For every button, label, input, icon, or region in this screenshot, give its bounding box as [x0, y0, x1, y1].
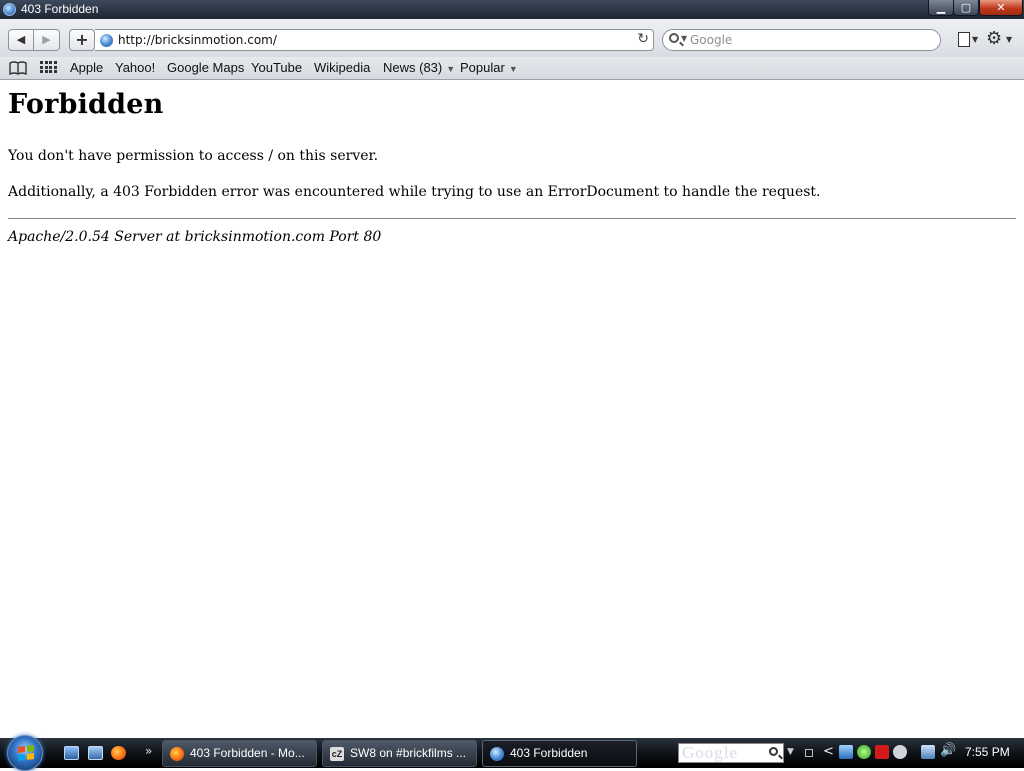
tray-app-icon[interactable]	[857, 745, 871, 759]
taskbar-button-safari[interactable]: 403 Forbidden	[482, 740, 637, 767]
address-bar[interactable]: http://bricksinmotion.com/ ↻	[95, 29, 654, 51]
server-signature: Apache/2.0.54 Server at bricksinmotion.c…	[8, 229, 382, 245]
restore-toolbar-icon[interactable]	[805, 749, 813, 757]
tray-app-icon[interactable]	[875, 745, 889, 759]
taskbar-button-label: 403 Forbidden	[510, 746, 588, 760]
chatzilla-icon: cZ	[330, 747, 344, 761]
error-message: You don't have permission to access / on…	[8, 148, 379, 164]
site-favicon-icon	[100, 34, 113, 47]
minimize-button[interactable]: ▁	[928, 0, 954, 16]
bookmark-popular-label: Popular	[460, 60, 505, 75]
browser-toolbar: ◀ ▶ + http://bricksinmotion.com/ ↻ ▼ Goo…	[0, 19, 1024, 57]
page-title: Forbidden	[8, 89, 164, 120]
page-content: Forbidden You don't have permission to a…	[0, 81, 1024, 738]
bookmarks-bar: Apple Yahoo! Google Maps YouTube Wikiped…	[0, 57, 1024, 80]
chevron-down-icon: ▼	[972, 35, 979, 44]
tray-app-icon[interactable]	[839, 745, 853, 759]
volume-icon[interactable]: 🔊	[940, 743, 956, 758]
safari-icon	[3, 3, 16, 16]
forward-arrow-icon: ▶	[42, 33, 51, 46]
search-field[interactable]: ▼ Google	[662, 29, 941, 51]
chevron-down-icon: ▼	[1006, 35, 1013, 44]
google-logo: Google	[682, 743, 739, 762]
url-text[interactable]: http://bricksinmotion.com/	[118, 33, 277, 47]
show-desktop-icon[interactable]	[64, 746, 79, 760]
page-icon	[958, 32, 970, 47]
close-button[interactable]: ✕	[979, 0, 1023, 16]
top-sites-grid-icon[interactable]	[40, 61, 57, 75]
bookmark-yahoo[interactable]: Yahoo!	[115, 60, 155, 75]
add-bookmark-button[interactable]: +	[69, 29, 95, 51]
chevron-down-icon: ▼	[446, 64, 456, 74]
taskbar: » 403 Forbidden - Mo... cZ SW8 on #brick…	[0, 735, 1024, 771]
window-titlebar[interactable]: 403 Forbidden ▁ ▢ ✕	[0, 0, 1024, 19]
bookmark-popular-menu[interactable]: Popular ▼	[460, 60, 518, 75]
search-icon[interactable]	[669, 33, 679, 43]
tray-expand-icon[interactable]: <	[823, 744, 834, 759]
network-icon[interactable]	[921, 745, 935, 759]
taskbar-button-label: SW8 on #brickfilms ...	[350, 746, 467, 760]
settings-menu-button[interactable]: ⚙ ▼	[986, 28, 1016, 50]
firefox-icon	[170, 747, 184, 761]
taskbar-search-box[interactable]: Google	[678, 743, 784, 763]
tray-app-icon[interactable]	[893, 745, 907, 759]
taskbar-button-label: 403 Forbidden - Mo...	[190, 746, 305, 760]
search-placeholder: Google	[690, 33, 733, 47]
forward-button[interactable]: ▶	[33, 29, 60, 51]
clock[interactable]: 7:55 PM	[965, 745, 1010, 759]
bookmark-news-label: News (83)	[383, 60, 443, 75]
gear-icon: ⚙	[986, 28, 1003, 49]
bookmark-google-maps[interactable]: Google Maps	[167, 60, 244, 75]
taskbar-button-chatzilla[interactable]: cZ SW8 on #brickfilms ...	[322, 740, 477, 767]
start-button[interactable]	[7, 735, 43, 771]
error-detail: Additionally, a 403 Forbidden error was …	[8, 184, 821, 200]
plus-icon: +	[75, 30, 89, 49]
switch-windows-icon[interactable]	[88, 746, 103, 760]
bookmark-youtube[interactable]: YouTube	[251, 60, 302, 75]
horizontal-rule	[8, 218, 1016, 219]
page-menu-button[interactable]: ▼	[956, 30, 982, 50]
maximize-button[interactable]: ▢	[953, 0, 979, 16]
reload-icon[interactable]: ↻	[637, 31, 649, 47]
chevron-down-icon[interactable]: ▼	[787, 747, 794, 757]
taskbar-button-firefox[interactable]: 403 Forbidden - Mo...	[162, 740, 317, 767]
bookmarks-book-icon[interactable]	[9, 61, 27, 75]
firefox-quicklaunch-icon[interactable]	[111, 746, 126, 760]
search-dropdown-icon[interactable]: ▼	[681, 34, 687, 43]
bookmark-wikipedia[interactable]: Wikipedia	[314, 60, 370, 75]
windows-logo-icon	[18, 745, 34, 761]
back-button[interactable]: ◀	[8, 29, 34, 51]
search-icon[interactable]	[769, 747, 778, 756]
back-arrow-icon: ◀	[16, 33, 26, 46]
bookmark-apple[interactable]: Apple	[70, 60, 103, 75]
window-title: 403 Forbidden	[21, 2, 99, 16]
quicklaunch-overflow-icon[interactable]: »	[145, 744, 152, 758]
bookmark-news-menu[interactable]: News (83) ▼	[383, 60, 455, 75]
safari-icon	[490, 747, 504, 761]
chevron-down-icon: ▼	[508, 64, 518, 74]
